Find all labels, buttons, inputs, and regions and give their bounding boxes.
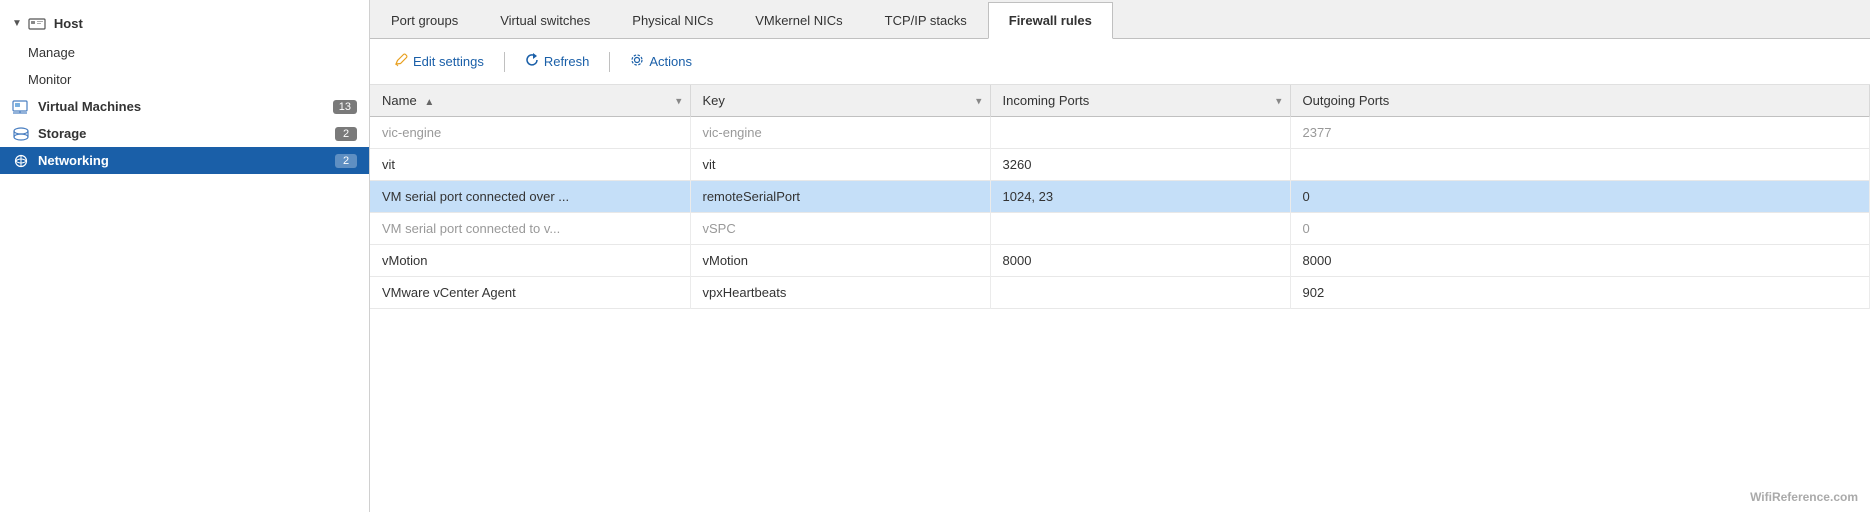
cell-key: remoteSerialPort: [690, 181, 990, 213]
filter-icon-incoming[interactable]: ▾: [1276, 94, 1282, 107]
cell-outgoing: 0: [1290, 213, 1870, 245]
cell-outgoing: 8000: [1290, 245, 1870, 277]
edit-settings-button[interactable]: Edit settings: [386, 49, 492, 74]
tab-firewall-rules[interactable]: Firewall rules: [988, 2, 1113, 39]
tab-tcpip-stacks[interactable]: TCP/IP stacks: [864, 2, 988, 38]
cell-name: VMware vCenter Agent: [370, 277, 690, 309]
col-outgoing-label: Outgoing Ports: [1303, 93, 1390, 108]
host-icon: [28, 17, 46, 31]
table-row[interactable]: vitvit3260: [370, 149, 1870, 181]
tab-vmkernel-nics[interactable]: VMkernel NICs: [734, 2, 863, 38]
vm-icon: [12, 100, 30, 114]
actions-label: Actions: [649, 54, 692, 69]
main-content: Port groups Virtual switches Physical NI…: [370, 0, 1870, 512]
cell-incoming: 3260: [990, 149, 1290, 181]
col-incoming-label: Incoming Ports: [1003, 93, 1090, 108]
cell-key: vic-engine: [690, 117, 990, 149]
sort-icon-name: ▲: [424, 97, 434, 108]
cell-name: vit: [370, 149, 690, 181]
filter-icon-key[interactable]: ▾: [976, 94, 982, 107]
pencil-icon: [394, 53, 408, 70]
filter-icon-name[interactable]: ▾: [676, 94, 682, 107]
networking-badge: 2: [335, 154, 357, 168]
table-row[interactable]: vic-enginevic-engine 2377: [370, 117, 1870, 149]
tab-bar: Port groups Virtual switches Physical NI…: [370, 0, 1870, 39]
col-header-name[interactable]: Name ▲ ▾: [370, 85, 690, 117]
cell-incoming: [990, 117, 1290, 149]
sidebar-item-monitor[interactable]: Monitor: [0, 66, 369, 93]
cell-key: vit: [690, 149, 990, 181]
cell-incoming: [990, 213, 1290, 245]
col-header-incoming[interactable]: Incoming Ports ▾: [990, 85, 1290, 117]
cell-name: VM serial port connected over ...: [370, 181, 690, 213]
sidebar-host-label: Host: [54, 16, 357, 31]
cell-outgoing: 902: [1290, 277, 1870, 309]
table-header-row: Name ▲ ▾ Key ▾ Incoming Ports ▾ Outgoing…: [370, 85, 1870, 117]
cell-outgoing: [1290, 149, 1870, 181]
table-body: vic-enginevic-engine2377vitvit3260VM ser…: [370, 117, 1870, 309]
cell-key: vpxHeartbeats: [690, 277, 990, 309]
cell-name: vic-engine: [370, 117, 690, 149]
sidebar-monitor-label: Monitor: [28, 72, 357, 87]
cell-incoming: 8000: [990, 245, 1290, 277]
cell-key: vSPC: [690, 213, 990, 245]
sidebar-item-manage[interactable]: Manage: [0, 39, 369, 66]
actions-button[interactable]: Actions: [622, 49, 700, 74]
sidebar-item-storage[interactable]: Storage 2: [0, 120, 369, 147]
sidebar-item-host[interactable]: ▼ Host: [0, 8, 369, 39]
sidebar-storage-label: Storage: [38, 126, 335, 141]
refresh-button[interactable]: Refresh: [517, 49, 598, 74]
cell-outgoing: 0: [1290, 181, 1870, 213]
cell-incoming: 1024, 23: [990, 181, 1290, 213]
gear-icon: [630, 53, 644, 70]
storage-badge: 2: [335, 127, 357, 141]
network-icon: [12, 154, 30, 168]
cell-key: vMotion: [690, 245, 990, 277]
vm-badge: 13: [333, 100, 357, 114]
cell-incoming: [990, 277, 1290, 309]
refresh-icon: [525, 53, 539, 70]
firewall-rules-table: Name ▲ ▾ Key ▾ Incoming Ports ▾ Outgoing…: [370, 85, 1870, 512]
cell-name: vMotion: [370, 245, 690, 277]
chevron-icon: ▼: [12, 18, 22, 29]
col-name-label: Name: [382, 93, 417, 108]
table-row[interactable]: VM serial port connected over ...remoteS…: [370, 181, 1870, 213]
col-header-outgoing[interactable]: Outgoing Ports: [1290, 85, 1870, 117]
table-row[interactable]: VMware vCenter AgentvpxHeartbeats 902: [370, 277, 1870, 309]
toolbar-separator-1: [504, 52, 505, 72]
cell-name: VM serial port connected to v...: [370, 213, 690, 245]
toolbar: Edit settings Refresh Actions: [370, 39, 1870, 85]
storage-icon: [12, 127, 30, 141]
table-row[interactable]: VM serial port connected to v...vSPC 0: [370, 213, 1870, 245]
sidebar-vm-label: Virtual Machines: [38, 99, 333, 114]
col-key-label: Key: [703, 93, 725, 108]
sidebar-item-networking[interactable]: Networking 2: [0, 147, 369, 174]
refresh-label: Refresh: [544, 54, 590, 69]
tab-physical-nics[interactable]: Physical NICs: [611, 2, 734, 38]
edit-settings-label: Edit settings: [413, 54, 484, 69]
col-header-key[interactable]: Key ▾: [690, 85, 990, 117]
toolbar-separator-2: [609, 52, 610, 72]
sidebar-networking-label: Networking: [38, 153, 335, 168]
sidebar: ▼ Host Manage Monitor Virtual Mach: [0, 0, 370, 512]
table-row[interactable]: vMotionvMotion80008000: [370, 245, 1870, 277]
tab-port-groups[interactable]: Port groups: [370, 2, 479, 38]
sidebar-item-virtual-machines[interactable]: Virtual Machines 13: [0, 93, 369, 120]
cell-outgoing: 2377: [1290, 117, 1870, 149]
tab-virtual-switches[interactable]: Virtual switches: [479, 2, 611, 38]
sidebar-manage-label: Manage: [28, 45, 357, 60]
